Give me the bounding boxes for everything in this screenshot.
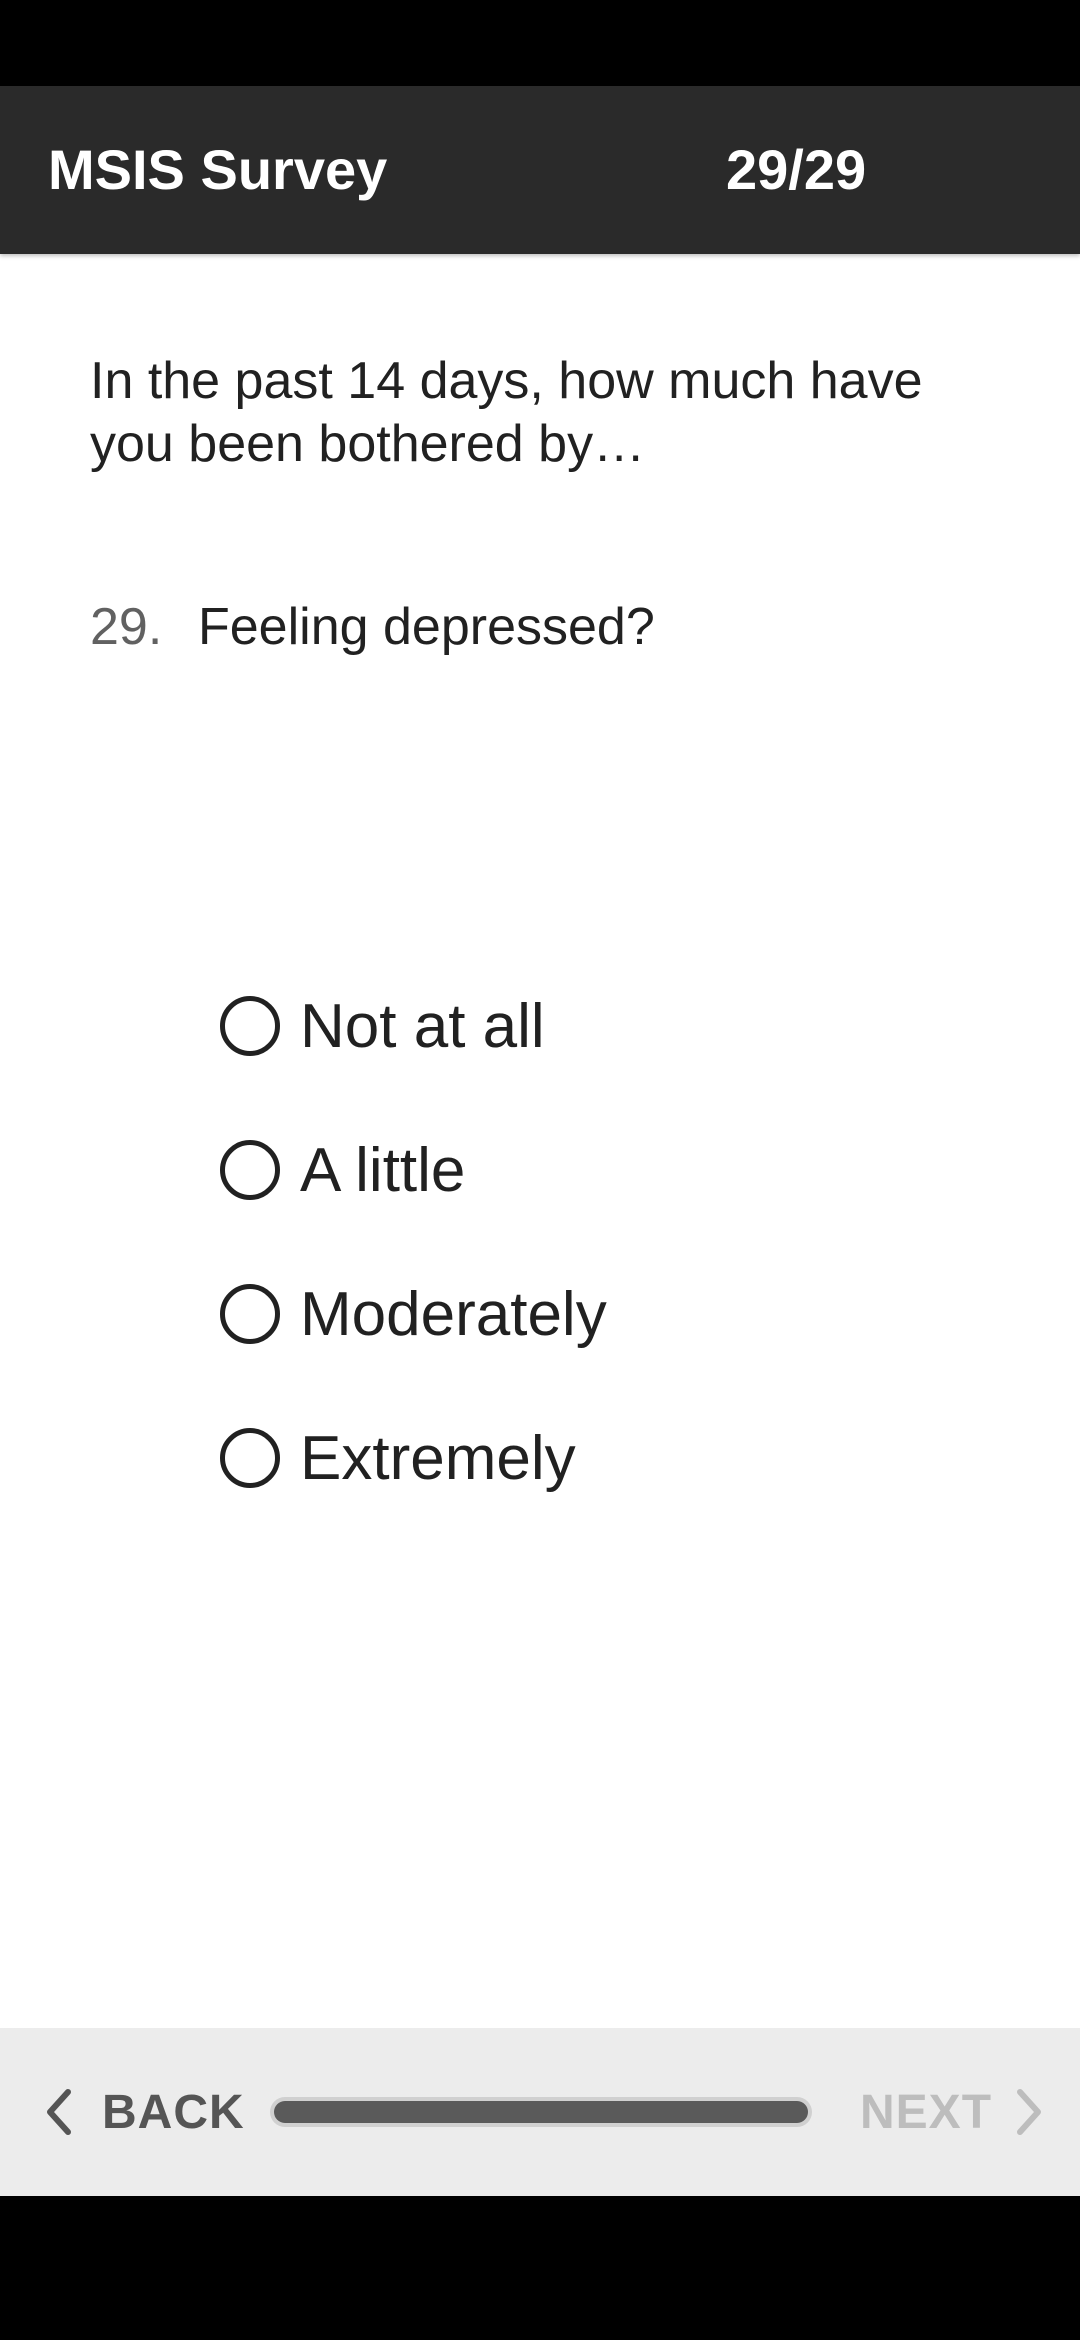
option-label[interactable]: A little [300,1135,465,1206]
next-label: NEXT [860,2085,993,2139]
option-extremely[interactable]: Extremely [220,1386,980,1530]
question-text: Feeling depressed? [198,598,655,656]
question-counter: 29/29 [726,138,867,201]
back-label: BACK [102,2085,245,2139]
back-button[interactable]: BACK [40,2028,245,2196]
question: 29. Feeling depressed? [90,596,990,659]
radio-button-icon[interactable] [220,1284,280,1344]
survey-content: In the past 14 days, how much have you b… [0,254,1080,2028]
question-number: 29. [90,598,163,656]
status-bar [0,0,1080,86]
chevron-left-icon [47,2089,71,2135]
option-a-little[interactable]: A little [220,1098,980,1242]
app-bar: MSIS Survey 29/29 [0,86,1080,254]
radio-button-icon[interactable] [220,996,280,1056]
survey-progress-bar [270,2097,812,2127]
radio-button-icon[interactable] [220,1140,280,1200]
app-title: MSIS Survey [48,138,388,201]
system-navigation-bar [0,2196,1080,2340]
option-label[interactable]: Moderately [300,1279,607,1350]
question-intro: In the past 14 days, how much have you b… [90,352,923,473]
option-label[interactable]: Not at all [300,991,545,1062]
radio-button-icon[interactable] [220,1428,280,1488]
chevron-right-icon [1017,2089,1042,2135]
option-moderately[interactable]: Moderately [220,1242,980,1386]
option-not-at-all[interactable]: Not at all [220,954,980,1098]
answer-options: Not at all A little Moderately Extremely [220,954,980,1530]
next-button[interactable]: NEXT [860,2028,1048,2196]
survey-progress-fill [274,2101,808,2123]
option-label[interactable]: Extremely [300,1423,576,1494]
